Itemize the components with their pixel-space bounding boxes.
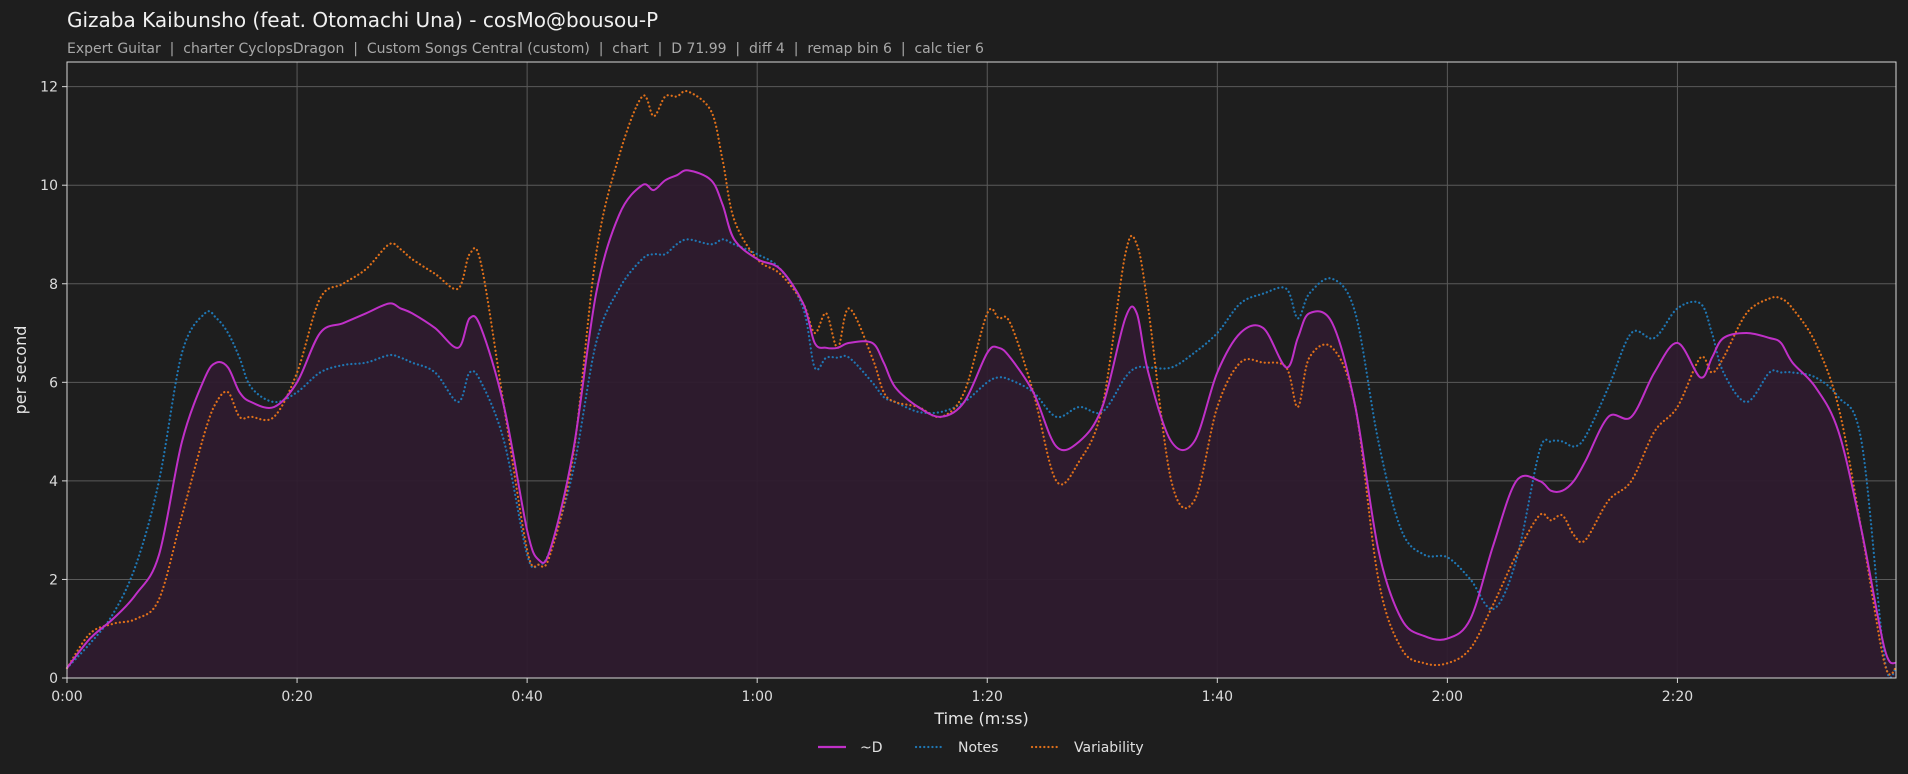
x-tick-label: 0:20 [281,689,312,705]
y-axis-ticks: 0 2 4 6 8 10 12 [40,80,67,687]
x-tick-label: 1:40 [1202,689,1233,705]
y-tick-label: 4 [49,474,58,490]
x-tick-label: 2:00 [1432,689,1463,705]
y-tick-label: 8 [49,277,58,293]
x-tick-label: 2:20 [1662,689,1693,705]
legend: ~D Notes Variability [818,740,1144,756]
x-axis-ticks: 0:00 0:20 0:40 1:00 1:20 1:40 2:00 2:20 [51,678,1693,705]
chart: 0 2 4 6 8 10 12 0:00 0:20 0:40 1:00 1:20 1:40 2:00 2:… [11,61,1898,756]
legend-label-d: ~D [860,740,883,756]
area-fill-layer [67,170,1896,678]
y-axis-label: per second [11,326,30,415]
y-tick-label: 10 [40,178,58,194]
series-d-area [67,170,1896,678]
legend-label-variability: Variability [1074,740,1144,756]
x-tick-label: 1:00 [741,689,772,705]
x-tick-label: 0:00 [51,689,82,705]
x-axis-label: Time (m:ss) [933,709,1028,728]
y-tick-label: 0 [49,671,58,687]
legend-label-notes: Notes [958,740,998,756]
y-tick-label: 2 [49,572,58,588]
x-tick-label: 0:40 [511,689,542,705]
y-tick-label: 12 [40,80,58,96]
y-tick-label: 6 [49,375,58,391]
x-tick-label: 1:20 [972,689,1003,705]
